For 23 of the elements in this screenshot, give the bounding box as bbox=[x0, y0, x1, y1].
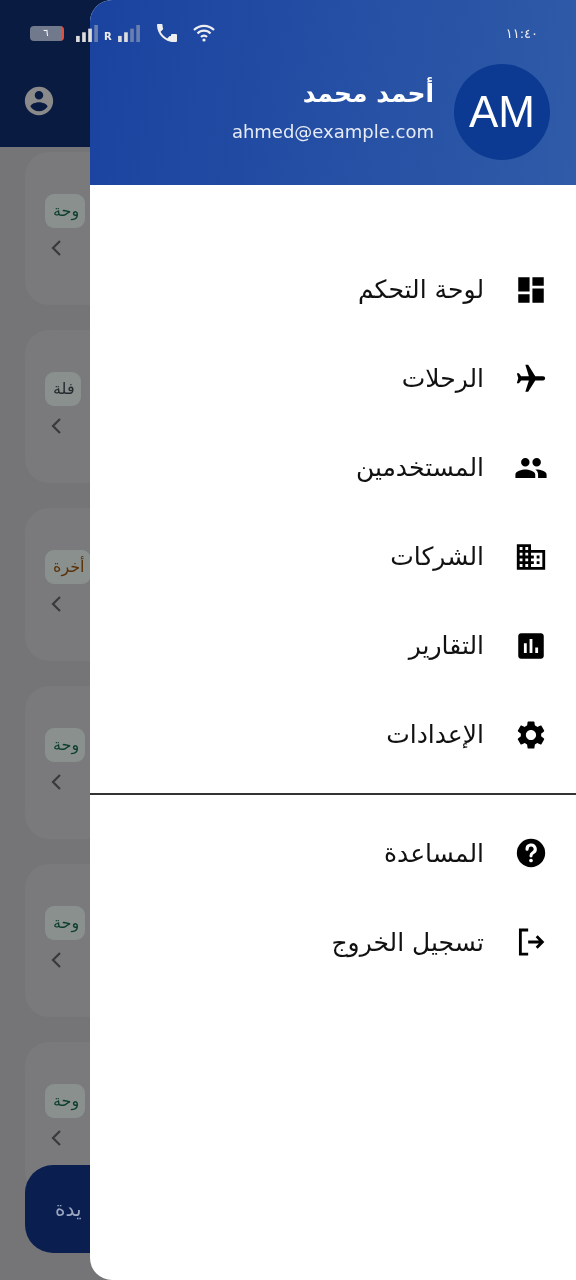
menu-item[interactable]: تسجيل الخروج bbox=[90, 897, 548, 987]
signal-icon bbox=[76, 24, 98, 42]
menu-item[interactable]: لوحة التحكم bbox=[90, 245, 548, 334]
menu-item[interactable]: التقارير bbox=[90, 601, 548, 690]
clock-time: ١١:٤٠ bbox=[505, 25, 538, 41]
status-tag: وحة bbox=[45, 194, 86, 228]
signal-icon bbox=[117, 24, 140, 42]
account-icon[interactable] bbox=[22, 84, 56, 118]
menu-item[interactable]: المساعدة bbox=[90, 808, 548, 898]
menu-item[interactable]: الشركات bbox=[90, 512, 548, 601]
menu-item[interactable]: الرحلات bbox=[90, 334, 548, 423]
help-icon bbox=[514, 836, 548, 870]
menu-item[interactable]: المستخدمين bbox=[90, 423, 548, 512]
status-tag: وحة bbox=[45, 906, 86, 940]
status-tag: أخرة bbox=[45, 550, 91, 584]
status-tag: وحة bbox=[45, 1084, 86, 1118]
status-tag: فلة bbox=[45, 372, 81, 406]
menu-item[interactable]: الإعدادات bbox=[90, 690, 548, 779]
avatar: AM bbox=[454, 64, 550, 160]
user-email: ahmed@example.com bbox=[231, 120, 434, 144]
roaming-label: R bbox=[104, 30, 112, 42]
user-name: أحمد محمد bbox=[302, 78, 434, 110]
status-tag: وحة bbox=[45, 728, 86, 762]
